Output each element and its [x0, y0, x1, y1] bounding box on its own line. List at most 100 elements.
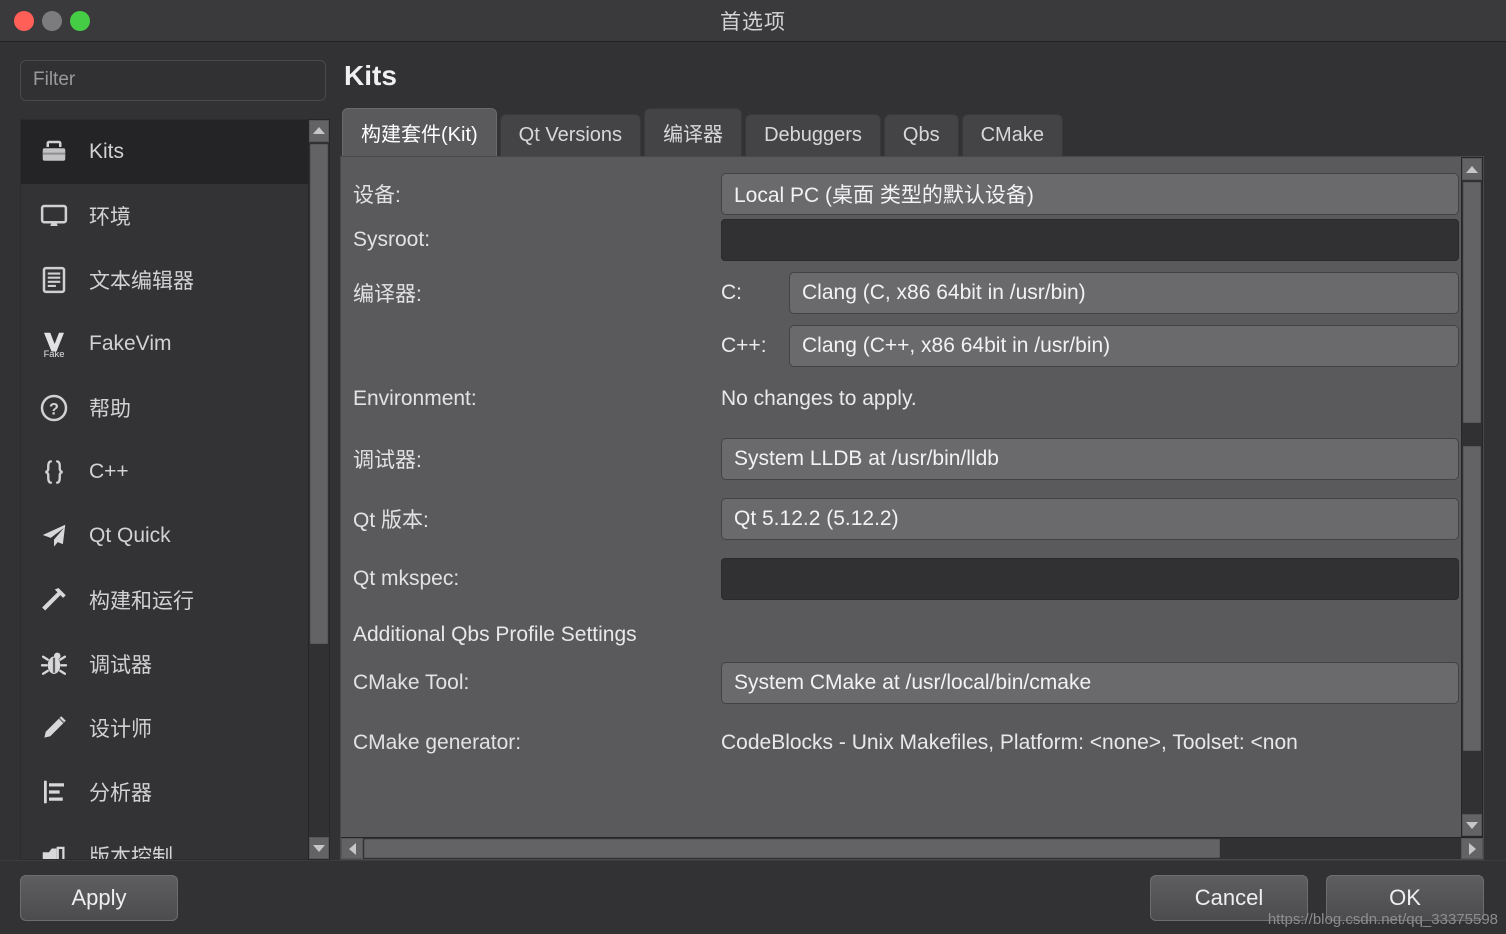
hscroll-thumb[interactable] [364, 839, 1221, 858]
qbs-section-heading: Additional Qbs Profile Settings [353, 623, 637, 646]
sysroot-input[interactable] [721, 219, 1459, 261]
sidebar-item-8[interactable]: 构建和运行 [21, 568, 308, 632]
svg-text:?: ? [49, 400, 59, 418]
sidebar-vertical-scrollbar[interactable] [308, 118, 330, 860]
sidebar-item-10[interactable]: 设计师 [21, 696, 308, 760]
tab-5[interactable]: Qbs [883, 114, 959, 157]
branch-icon [37, 839, 71, 859]
cancel-button[interactable]: Cancel [1150, 874, 1308, 921]
compiler-c-label: C: [721, 281, 742, 304]
zoom-button[interactable] [70, 10, 90, 31]
panel-scroll-down-arrow-icon[interactable] [1462, 814, 1482, 836]
tab-4[interactable]: Debuggers [745, 114, 881, 157]
row-compiler-cpp: C++: Clang (C++, x86 64bit in /usr/bin) [341, 323, 1461, 369]
sidebar-scroll-track[interactable] [309, 141, 329, 837]
fakevim-icon: Fake [37, 327, 71, 361]
cmake-generator-value: CodeBlocks - Unix Makefiles, Platform: <… [721, 731, 1298, 754]
qt-version-combo[interactable]: Qt 5.12.2 (5.12.2) [721, 498, 1459, 540]
sidebar-scroll-thumb[interactable] [310, 143, 328, 645]
qt-version-label: Qt 版本: [353, 509, 429, 532]
row-cmake-tool: CMake Tool: System CMake at /usr/local/b… [341, 653, 1461, 713]
panel-scroll-up-arrow-icon[interactable] [1462, 158, 1482, 180]
panel-scroll-thumb-lower[interactable] [1463, 446, 1481, 751]
sidebar-item-7[interactable]: Qt Quick [21, 504, 308, 568]
sidebar-item-label: FakeVim [89, 331, 172, 355]
ok-button[interactable]: OK [1326, 874, 1484, 921]
row-device: 设备: Local PC (桌面 类型的默认设备) [341, 171, 1461, 217]
tab-2[interactable]: Qt Versions [499, 114, 642, 157]
compiler-label: 编译器: [353, 283, 422, 306]
sysroot-label: Sysroot: [353, 228, 431, 251]
sidebar-item-4[interactable]: Fake FakeVim [21, 312, 308, 376]
minimize-button[interactable] [42, 10, 62, 31]
bug-icon [37, 647, 71, 681]
question-circle-icon: ? [37, 391, 71, 425]
panel-scroll-thumb-upper[interactable] [1463, 182, 1481, 423]
tab-6[interactable]: CMake [961, 114, 1063, 157]
analyzer-icon [37, 775, 71, 809]
row-environment: Environment: No changes to apply. [341, 369, 1461, 429]
tab-3[interactable]: 编译器 [644, 108, 743, 157]
filter-input[interactable] [20, 60, 326, 101]
sidebar-item-2[interactable]: 环境 [21, 184, 308, 248]
panel-vertical-scrollbar[interactable] [1461, 157, 1483, 837]
braces-icon [37, 455, 71, 489]
toolbox-icon [37, 135, 71, 169]
scroll-left-arrow-icon[interactable] [341, 838, 363, 859]
close-button[interactable] [14, 10, 34, 31]
sidebar-item-5[interactable]: ? 帮助 [21, 376, 308, 440]
document-icon [37, 263, 71, 297]
scroll-down-arrow-icon[interactable] [309, 837, 329, 859]
scroll-up-arrow-icon[interactable] [309, 119, 329, 142]
dialog-body: Kits 环境文本编辑器 Fake FakeVim? 帮助 C++ Qt Quick 构建和运… [0, 42, 1506, 860]
monitor-icon [37, 199, 71, 233]
compiler-cpp-combo[interactable]: Clang (C++, x86 64bit in /usr/bin) [789, 325, 1459, 367]
device-combo[interactable]: Local PC (桌面 类型的默认设备) [721, 173, 1459, 215]
sidebar-item-label: 文本编辑器 [89, 269, 194, 293]
hammer-icon [37, 583, 71, 617]
sidebar-item-label: Qt Quick [89, 523, 171, 547]
sidebar-item-label: C++ [89, 459, 129, 483]
row-sysroot: Sysroot: [341, 217, 1461, 263]
cmake-tool-combo[interactable]: System CMake at /usr/local/bin/cmake [721, 662, 1459, 704]
kit-form: 设备: Local PC (桌面 类型的默认设备) Sysroot: 编译器: … [341, 157, 1461, 837]
sidebar-item-label: 设计师 [89, 717, 152, 741]
svg-text:Fake: Fake [44, 349, 65, 359]
sidebar-list[interactable]: Kits 环境 文本编辑器 Fake FakeVim? 帮助 C++ Qt Quick 构建和运… [20, 118, 308, 860]
tab-bar[interactable]: 构建套件(Kit) Qt Versions 编译器 Debuggers Qbs CMake [342, 108, 1484, 157]
sidebar-item-3[interactable]: 文本编辑器 [21, 248, 308, 312]
tab-1[interactable]: 构建套件(Kit) [342, 108, 497, 157]
debugger-combo[interactable]: System LLDB at /usr/bin/lldb [721, 438, 1459, 480]
sidebar-item-9[interactable]: 调试器 [21, 632, 308, 696]
row-compiler-c: 编译器: C: Clang (C, x86 64bit in /usr/bin) [341, 263, 1461, 323]
sidebar-item-12[interactable]: 版本控制 [21, 824, 308, 859]
title-bar: 首选项 [0, 0, 1506, 42]
compiler-c-combo[interactable]: Clang (C, x86 64bit in /usr/bin) [789, 272, 1459, 314]
sidebar-item-label: 调试器 [89, 653, 152, 677]
dialog-footer: Apply Cancel OK https://blog.csdn.net/qq… [0, 860, 1506, 934]
sidebar-item-label: 帮助 [89, 397, 131, 421]
pencil-icon [37, 711, 71, 745]
sidebar-item-6[interactable]: C++ [21, 440, 308, 504]
panel-inner: 设备: Local PC (桌面 类型的默认设备) Sysroot: 编译器: … [341, 157, 1483, 837]
sidebar-item-11[interactable]: 分析器 [21, 760, 308, 824]
apply-button[interactable]: Apply [20, 874, 178, 921]
left-column: Kits 环境文本编辑器 Fake FakeVim? 帮助 C++ Qt Quick 构建和运… [0, 42, 330, 860]
compiler-cpp-label: C++: [721, 334, 767, 357]
sidebar-item-label: Kits [89, 139, 125, 163]
debugger-label: 调试器: [353, 449, 422, 472]
window-title: 首选项 [720, 10, 786, 34]
cmake-tool-label: CMake Tool: [353, 671, 470, 694]
scroll-right-arrow-icon[interactable] [1461, 838, 1483, 859]
hscroll-track[interactable] [363, 838, 1461, 859]
panel-horizontal-scrollbar[interactable] [341, 837, 1483, 859]
environment-value: No changes to apply. [721, 387, 917, 410]
panel-scroll-track[interactable] [1462, 180, 1482, 814]
kit-settings-panel: 设备: Local PC (桌面 类型的默认设备) Sysroot: 编译器: … [340, 156, 1484, 860]
sidebar-item-label: 分析器 [89, 781, 152, 805]
row-debugger: 调试器: System LLDB at /usr/bin/lldb [341, 429, 1461, 489]
row-qt-version: Qt 版本: Qt 5.12.2 (5.12.2) [341, 489, 1461, 549]
environment-label: Environment: [353, 387, 477, 410]
sidebar-item-1[interactable]: Kits [21, 119, 308, 184]
qt-mkspec-input[interactable] [721, 558, 1459, 600]
